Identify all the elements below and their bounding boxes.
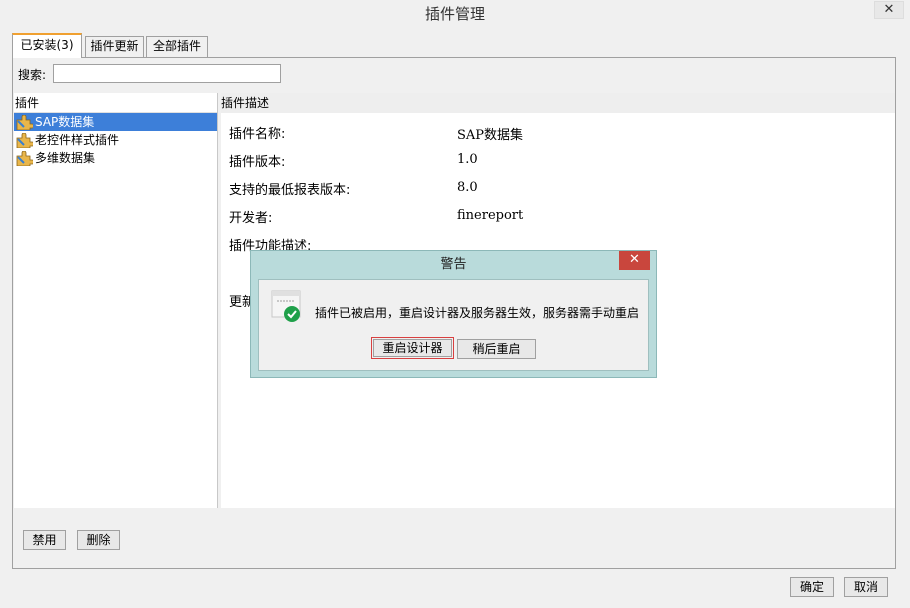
dialog-title: 警告 [440,257,467,272]
cancel-button[interactable]: 取消 [844,577,888,597]
list-item-sap-dataset[interactable]: SAP数据集 [14,113,217,131]
restart-later-button[interactable]: 稍后重启 [457,339,536,359]
description-header: 插件描述 [221,93,895,113]
tab-all-plugins[interactable]: 全部插件 [146,36,208,57]
dialog-body: 插件已被启用，重启设计器及服务器生效，服务器需手动重启 重启设计器 稍后重启 [258,279,649,371]
plugin-list-header: 插件 [14,93,217,113]
list-item-multidim-dataset[interactable]: 多维数据集 [14,149,217,167]
success-check-icon [271,290,301,322]
puzzle-plugin-icon [16,132,33,148]
puzzle-plugin-icon [16,114,33,130]
desc-key-version: 插件版本: [229,155,286,170]
dialog-close-button[interactable]: ✕ [619,251,650,270]
ok-button[interactable]: 确定 [790,577,834,597]
desc-value-min-report-version: 8.0 [457,180,478,195]
list-item-old-widget-style[interactable]: 老控件样式插件 [14,131,217,149]
tab-installed[interactable]: 已安装(3) [12,33,82,58]
search-label: 搜索: [18,68,47,82]
desc-key-name: 插件名称: [229,127,286,142]
close-icon: ✕ [883,2,895,17]
desc-value-version: 1.0 [457,152,478,167]
desc-value-name: SAP数据集 [457,128,524,143]
restart-designer-label: 重启设计器 [373,339,452,357]
dialog-message: 插件已被启用，重启设计器及服务器生效，服务器需手动重启 [315,306,640,320]
puzzle-plugin-icon [16,150,33,166]
restart-designer-button[interactable]: 重启设计器 [371,337,454,359]
warning-dialog: 警告 ✕ 插件已被启用，重启设计器及服务器生效，服务器需手动重启 重启设计器 稍… [250,250,657,378]
search-input[interactable] [53,64,281,83]
delete-button[interactable]: 删除 [77,530,120,550]
window-title-bar: 插件管理 [0,0,910,28]
disable-button[interactable]: 禁用 [23,530,66,550]
window-title: 插件管理 [424,5,485,23]
plugin-list: 插件 SAP数据集 老控件样式插件 多维数据集 [14,93,218,508]
tab-plugin-updates[interactable]: 插件更新 [85,36,144,57]
window-close-button[interactable]: ✕ [874,1,904,19]
list-item-label: SAP数据集 [35,115,95,129]
desc-value-developer: finereport [457,208,524,223]
desc-key-min-report-version: 支持的最低报表版本: [229,183,351,198]
list-item-label: 老控件样式插件 [35,133,120,147]
list-item-label: 多维数据集 [35,151,96,165]
desc-key-developer: 开发者: [229,211,273,226]
close-icon: ✕ [629,252,640,267]
